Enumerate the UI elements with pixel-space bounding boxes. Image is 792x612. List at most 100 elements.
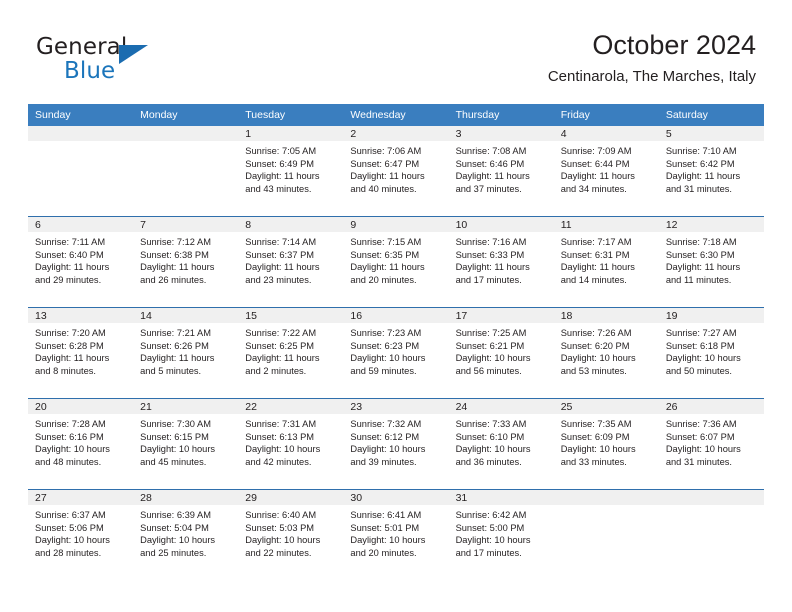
sunset-text: Sunset: 6:35 PM	[350, 249, 420, 260]
calendar-day-cell[interactable]: 29 Sunrise: 6:40 AM Sunset: 5:03 PM Dayligh…	[238, 489, 344, 580]
day-details: Sunrise: 7:17 AM Sunset: 6:31 PM Daylight:…	[554, 232, 659, 286]
daylight-text-line1: Daylight: 10 hours	[560, 353, 636, 364]
sunset-text: Sunset: 6:42 PM	[665, 158, 735, 169]
calendar-day-cell[interactable]: 8 Sunrise: 7:14 AM Sunset: 6:37 PM Daylight…	[238, 216, 344, 308]
weekday-header-wednesday: Wednesday	[343, 104, 449, 126]
daylight-text-line1: Daylight: 11 hours	[665, 171, 741, 182]
daylight-text-line1: Daylight: 10 hours	[140, 444, 216, 455]
sunrise-text: Sunrise: 7:28 AM	[35, 419, 106, 429]
calendar-day-cell[interactable]: 30 Sunrise: 6:41 AM Sunset: 5:01 PM Dayligh…	[343, 489, 449, 580]
daylight-text-line2: and 31 minutes.	[665, 456, 732, 467]
sunset-text: Sunset: 6:44 PM	[560, 158, 630, 169]
brand-logo[interactable]: General Blue	[36, 36, 266, 88]
weekday-header-friday: Friday	[553, 104, 659, 126]
calendar-day-cell[interactable]: 2 Sunrise: 7:06 AM Sunset: 6:47 PM Daylight…	[343, 126, 449, 217]
sunset-text: Sunset: 6:49 PM	[245, 158, 315, 169]
daylight-text-line2: and 59 minutes.	[350, 365, 417, 376]
sunset-text: Sunset: 6:10 PM	[455, 431, 525, 442]
calendar-day-cell[interactable]: 4 Sunrise: 7:09 AM Sunset: 6:44 PM Daylight…	[553, 126, 659, 217]
calendar-day-cell[interactable]: 26 Sunrise: 7:36 AM Sunset: 6:07 PM Dayligh…	[658, 398, 764, 490]
daylight-text-line2: and 5 minutes.	[140, 365, 202, 376]
day-number	[133, 126, 239, 141]
calendar-day-cell[interactable]: 9 Sunrise: 7:15 AM Sunset: 6:35 PM Daylight…	[343, 216, 449, 308]
daylight-text-line1: Daylight: 10 hours	[665, 353, 741, 364]
daylight-text-line1: Daylight: 10 hours	[350, 535, 426, 546]
calendar-day-cell[interactable]: 22 Sunrise: 7:31 AM Sunset: 6:13 PM Dayligh…	[238, 398, 344, 490]
calendar-week-row: 20 Sunrise: 7:28 AM Sunset: 6:16 PM Dayligh…	[28, 398, 764, 490]
day-details: Sunrise: 7:12 AM Sunset: 6:38 PM Daylight:…	[133, 232, 238, 286]
calendar-day-cell[interactable]: 24 Sunrise: 7:33 AM Sunset: 6:10 PM Dayligh…	[448, 398, 554, 490]
daylight-text-line2: and 56 minutes.	[455, 365, 522, 376]
sunrise-text: Sunrise: 7:14 AM	[245, 237, 317, 247]
calendar-day-cell[interactable]: 1 Sunrise: 7:05 AM Sunset: 6:49 PM Daylight…	[238, 126, 344, 217]
daylight-text-line1: Daylight: 10 hours	[140, 535, 216, 546]
day-details: Sunrise: 7:08 AM Sunset: 6:46 PM Daylight:…	[449, 141, 554, 195]
page-header: General Blue October 2024 Centinarola, T…	[0, 0, 792, 100]
calendar-day-cell[interactable]: 20 Sunrise: 7:28 AM Sunset: 6:16 PM Dayligh…	[28, 398, 134, 490]
calendar-day-cell[interactable]: 18 Sunrise: 7:26 AM Sunset: 6:20 PM Dayligh…	[553, 307, 659, 399]
daylight-text-line2: and 26 minutes.	[140, 274, 207, 285]
calendar-day-cell[interactable]: 15 Sunrise: 7:22 AM Sunset: 6:25 PM Dayligh…	[238, 307, 344, 399]
calendar-day-cell[interactable]: 12 Sunrise: 7:18 AM Sunset: 6:30 PM Dayligh…	[658, 216, 764, 308]
calendar-day-cell[interactable]: 10 Sunrise: 7:16 AM Sunset: 6:33 PM Dayligh…	[448, 216, 554, 308]
sunrise-text: Sunrise: 7:09 AM	[560, 146, 632, 156]
calendar-body: 1 Sunrise: 7:05 AM Sunset: 6:49 PM Daylight…	[28, 126, 764, 580]
day-number: 26	[658, 399, 764, 414]
calendar-page: General Blue October 2024 Centinarola, T…	[0, 0, 792, 612]
daylight-text-line2: and 17 minutes.	[455, 547, 522, 558]
calendar-day-cell[interactable]: 25 Sunrise: 7:35 AM Sunset: 6:09 PM Dayligh…	[553, 398, 659, 490]
day-number: 18	[553, 308, 659, 323]
daylight-text-line2: and 20 minutes.	[350, 274, 417, 285]
sunrise-text: Sunrise: 7:08 AM	[455, 146, 527, 156]
daylight-text-line2: and 8 minutes.	[35, 365, 96, 376]
calendar-day-cell[interactable]: 14 Sunrise: 7:21 AM Sunset: 6:26 PM Dayligh…	[133, 307, 239, 399]
calendar-day-cell-empty	[658, 489, 764, 580]
calendar-day-cell[interactable]: 21 Sunrise: 7:30 AM Sunset: 6:15 PM Dayligh…	[133, 398, 239, 490]
sunrise-text: Sunrise: 7:11 AM	[35, 237, 106, 247]
triangle-logo-icon	[119, 45, 148, 64]
daylight-text-line2: and 20 minutes.	[350, 547, 417, 558]
day-details: Sunrise: 7:35 AM Sunset: 6:09 PM Daylight:…	[554, 414, 659, 468]
day-details: Sunrise: 7:26 AM Sunset: 6:20 PM Daylight:…	[554, 323, 659, 377]
sunset-text: Sunset: 5:00 PM	[455, 522, 525, 533]
daylight-text-line2: and 31 minutes.	[665, 183, 732, 194]
daylight-text-line1: Daylight: 10 hours	[350, 353, 426, 364]
calendar-day-cell[interactable]: 5 Sunrise: 7:10 AM Sunset: 6:42 PM Daylight…	[658, 126, 764, 217]
calendar-day-cell[interactable]: 31 Sunrise: 6:42 AM Sunset: 5:00 PM Dayligh…	[448, 489, 554, 580]
calendar-day-cell[interactable]: 19 Sunrise: 7:27 AM Sunset: 6:18 PM Dayligh…	[658, 307, 764, 399]
sunrise-text: Sunrise: 7:21 AM	[140, 328, 211, 338]
calendar-day-cell[interactable]: 28 Sunrise: 6:39 AM Sunset: 5:04 PM Dayligh…	[133, 489, 239, 580]
day-details: Sunrise: 6:40 AM Sunset: 5:03 PM Daylight:…	[238, 505, 343, 559]
calendar-day-cell[interactable]: 16 Sunrise: 7:23 AM Sunset: 6:23 PM Dayligh…	[343, 307, 449, 399]
sunset-text: Sunset: 6:38 PM	[140, 249, 209, 260]
day-details: Sunrise: 7:31 AM Sunset: 6:13 PM Daylight:…	[238, 414, 343, 468]
day-number: 10	[448, 217, 554, 232]
day-number: 6	[28, 217, 134, 232]
daylight-text-line2: and 2 minutes.	[245, 365, 307, 376]
page-subtitle: Centinarola, The Marches, Italy	[547, 67, 756, 85]
calendar-day-cell[interactable]: 3 Sunrise: 7:08 AM Sunset: 6:46 PM Daylight…	[448, 126, 554, 217]
calendar-day-cell[interactable]: 13 Sunrise: 7:20 AM Sunset: 6:28 PM Dayligh…	[28, 307, 134, 399]
calendar-day-cell[interactable]: 17 Sunrise: 7:25 AM Sunset: 6:21 PM Dayligh…	[448, 307, 554, 399]
calendar-day-cell[interactable]: 7 Sunrise: 7:12 AM Sunset: 6:38 PM Daylight…	[133, 216, 239, 308]
day-number: 4	[553, 126, 659, 141]
calendar-day-cell-empty	[553, 489, 659, 580]
daylight-text-line2: and 29 minutes.	[35, 274, 102, 285]
daylight-text-line2: and 43 minutes.	[245, 183, 312, 194]
day-number: 28	[133, 490, 239, 505]
brand-name-general: General	[36, 34, 128, 60]
calendar-day-cell[interactable]: 11 Sunrise: 7:17 AM Sunset: 6:31 PM Dayligh…	[553, 216, 659, 308]
daylight-text-line2: and 39 minutes.	[350, 456, 417, 467]
sunset-text: Sunset: 5:03 PM	[245, 522, 315, 533]
day-details: Sunrise: 7:11 AM Sunset: 6:40 PM Daylight:…	[28, 232, 133, 286]
weekday-header-sunday: Sunday	[28, 104, 134, 126]
calendar-day-cell[interactable]: 6 Sunrise: 7:11 AM Sunset: 6:40 PM Daylight…	[28, 216, 134, 308]
sunrise-text: Sunrise: 6:39 AM	[140, 510, 211, 520]
day-number: 11	[553, 217, 659, 232]
calendar-day-cell[interactable]: 23 Sunrise: 7:32 AM Sunset: 6:12 PM Dayligh…	[343, 398, 449, 490]
daylight-text-line2: and 25 minutes.	[140, 547, 207, 558]
day-number: 13	[28, 308, 134, 323]
daylight-text-line2: and 14 minutes.	[560, 274, 627, 285]
calendar-day-cell[interactable]: 27 Sunrise: 6:37 AM Sunset: 5:06 PM Dayligh…	[28, 489, 134, 580]
calendar-week-row: 6 Sunrise: 7:11 AM Sunset: 6:40 PM Daylight…	[28, 216, 764, 308]
